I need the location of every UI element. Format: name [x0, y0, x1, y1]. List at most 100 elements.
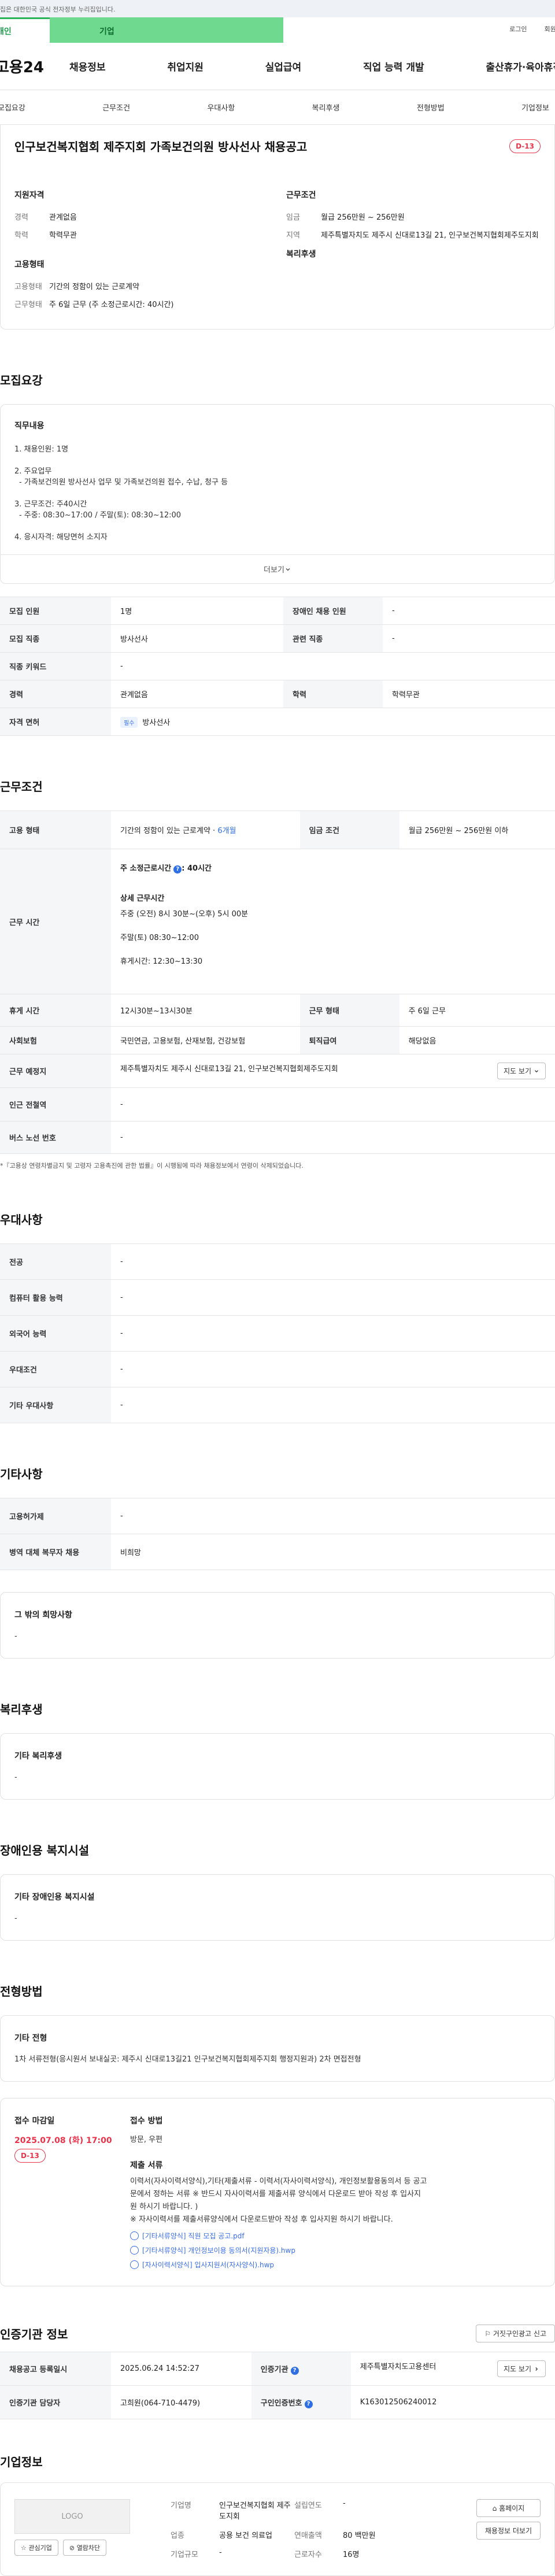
- etc-table: 고용허가제 - 병역 대체 복무자 채용 비희망: [0, 1498, 555, 1570]
- anchor-select[interactable]: 전형방법: [417, 102, 445, 113]
- qual-section: 지원자격 경력 관계없음 학력 학력무관: [14, 189, 269, 248]
- emp-section: 고용형태 고용형태 기간의 정함이 있는 근로계약 근무형태 주 6일 근무 (주 …: [14, 258, 269, 317]
- gov-notice-text: 이 누리집은 대한민국 공식 전자정부 누리집입니다.: [0, 6, 116, 13]
- job-desc-line: [14, 455, 541, 466]
- gnb-item-support[interactable]: 취업지원: [167, 59, 204, 73]
- page: 이 누리집은 대한민국 공식 전자정부 누리집입니다. 개인 기업 로그인 회원…: [0, 0, 555, 2576]
- more-jobs-button[interactable]: 채용정보 더보기: [476, 2522, 541, 2540]
- chevron-down-icon: [535, 1069, 538, 1072]
- tab-business[interactable]: 기업: [50, 17, 283, 43]
- anchor-company[interactable]: 기업정보: [521, 102, 549, 113]
- table-row: 근무 시간 주 소정근로시간?: 40시간 상세 근무시간 주중 (오전) 8시…: [0, 849, 555, 994]
- table-row: 인근 전철역 -: [0, 1087, 555, 1122]
- favorite-button[interactable]: ☆ 관심기업: [14, 2540, 58, 2556]
- table-row: 휴게 시간 12시30분~13시30분 근무 형태 주 6일 근무: [0, 994, 555, 1027]
- qual-title: 지원자격: [14, 191, 45, 200]
- download-icon: [130, 2231, 139, 2240]
- table-row: 모집 인원 1명 장애인 채용 인원 -: [0, 597, 555, 625]
- dday-badge: D-13: [14, 2149, 46, 2163]
- map-button[interactable]: 지도 보기: [497, 1063, 546, 1079]
- gnb-item-benefit[interactable]: 실업급여: [265, 59, 302, 73]
- job-desc-line: [14, 488, 541, 499]
- job-desc-line: 3. 근무조건: 주40시간: [14, 500, 87, 509]
- cond-title: 근무조건: [286, 191, 316, 200]
- signup-link[interactable]: 회원가입: [545, 24, 555, 34]
- method-col: 접수 방법 방문, 우편 제출 서류 이력서(자사이력서양식),기타(제출서류 …: [130, 2115, 541, 2270]
- table-row: 채용공고 등록일시 2025.06.24 14:52:27 인증기관? 제주특별자…: [0, 2352, 555, 2386]
- select-card: 기타 전형 1차 서류전형(응시원서 보내실곳: 제주시 신대로13길21 인구…: [0, 2015, 555, 2082]
- recruit-table: 모집 인원 1명 장애인 채용 인원 - 모집 직종 방사선사 관련 직종 - 직종 키…: [0, 597, 555, 736]
- anchor-recruit[interactable]: 모집요강: [0, 102, 25, 113]
- job-title-row: 인구보건복지협회 제주지회 가족보건의원 방사선사 채용공고 D-13: [14, 138, 541, 154]
- pref-section-title: 우대사항: [0, 1213, 43, 1227]
- table-row: 자격 면허 필수 방사선사: [0, 708, 555, 736]
- job-desc-line: 4. 응시자격: 해당면허 소지자: [14, 533, 108, 542]
- anchor-welfare[interactable]: 복리후생: [312, 102, 340, 113]
- gnb-item-leave[interactable]: 출산휴가·육아휴직: [486, 59, 555, 73]
- recruit-section-title: 모집요강: [0, 373, 43, 387]
- job-desc-card: 직무내용 1. 채용인원: 1명 2. 주요업무 - 가족보건의원 방사선사 업…: [0, 404, 555, 584]
- job-desc-title: 직무내용: [14, 421, 45, 431]
- welfare-section-title: 복리후생: [0, 1702, 43, 1716]
- qual-row: 학력 학력무관: [14, 231, 77, 240]
- help-icon[interactable]: ?: [290, 2366, 299, 2375]
- etc-section-title: 기타사항: [0, 1467, 43, 1481]
- file-link[interactable]: [자사이력서양식] 입사지원서(자사양식).hwp: [130, 2260, 541, 2270]
- company-actions: ☆ 관심기업 ⊘ 열람차단: [14, 2540, 130, 2556]
- apply-card: 접수 마감일 2025.07.08 (화) 17:00 D-13 접수 방법 방…: [0, 2098, 555, 2286]
- dday-badge: D-13: [509, 139, 541, 153]
- chevron-down-icon: [286, 568, 290, 571]
- anchor-pref[interactable]: 우대사항: [207, 102, 235, 113]
- file-link[interactable]: [기타서류양식] 직원 모집 공고.pdf: [130, 2231, 541, 2241]
- flag-icon: ⚐: [484, 2330, 493, 2338]
- help-icon[interactable]: ?: [173, 865, 182, 874]
- download-icon: [130, 2246, 139, 2255]
- gnb-item-jobs[interactable]: 채용정보: [69, 59, 106, 73]
- utility-menu: 로그인 회원가입: [509, 24, 555, 34]
- disab-card: 기타 장애인용 복지시설 -: [0, 1874, 555, 1941]
- company-card: LOGO ☆ 관심기업 ⊘ 열람차단 기업명 인구보건복지협회 제주도지회 설립연…: [0, 2482, 555, 2576]
- work-table: 고용 형태 기간의 정함이 있는 근로계약 · 6개월 임금 조건 월급 256만…: [0, 810, 555, 1154]
- agency-section-title: 인증기관 정보: [0, 2327, 68, 2341]
- login-link[interactable]: 로그인: [509, 24, 527, 34]
- agency-header: 인증기관 정보 ⚐ 거짓구인광고 신고: [0, 2325, 555, 2342]
- file-link[interactable]: [기타서류양식] 개인정보이용 동의서(지원자용).hwp: [130, 2245, 541, 2255]
- block-button[interactable]: ⊘ 열람차단: [62, 2540, 107, 2556]
- star-icon: ☆: [21, 2544, 29, 2552]
- gnb-item-training[interactable]: 직업 능력 개발: [363, 59, 424, 73]
- select-section-title: 전형방법: [0, 1985, 43, 1998]
- summary-grid: 지원자격 경력 관계없음 학력 학력무관 근무조건 임금 월급 256만원 ~ 256…: [14, 189, 541, 317]
- cond-section: 근무조건 임금 월급 256만원 ~ 256만원 지역 제주특별자치도 제주시 신대…: [286, 189, 541, 248]
- welfare-summary-title: 복리후생: [286, 250, 316, 259]
- anchor-work[interactable]: 근무조건: [102, 102, 130, 113]
- welfare-card: 기타 복리후생 -: [0, 1733, 555, 1800]
- company-logo: LOGO: [14, 2499, 130, 2534]
- table-row: 근무 예정지 제주특별자치도 제주시 신대로13길 21, 인구보건복지협회제주…: [0, 1054, 555, 1088]
- table-row: 경력 관계없음 학력 학력무관: [0, 680, 555, 708]
- table-row: 병역 대체 복무자 채용 비희망: [0, 1534, 555, 1570]
- company-links: ⌂ 홈페이지 채용정보 더보기: [476, 2499, 541, 2559]
- cond-row: 지역 제주특별자치도 제주시 신대로13길 21, 인구보건복지협회제주도지회: [286, 231, 539, 240]
- welfare-summary-section: 복리후생: [286, 248, 541, 317]
- site-logo[interactable]: 고용24: [0, 55, 69, 77]
- help-icon[interactable]: ?: [304, 2400, 313, 2408]
- homepage-button[interactable]: ⌂ 홈페이지: [476, 2499, 541, 2517]
- block-icon: ⊘: [69, 2544, 77, 2552]
- emp-row: 근무형태 주 6일 근무 (주 소정근로시간: 40시간): [14, 301, 174, 309]
- agency-map-button[interactable]: 지도 보기: [497, 2360, 546, 2377]
- table-row: 고용 형태 기간의 정함이 있는 근로계약 · 6개월 임금 조건 월급 256만…: [0, 810, 555, 849]
- download-icon: [130, 2260, 139, 2269]
- chevron-right-icon: [535, 2367, 538, 2371]
- company-logo-col: LOGO ☆ 관심기업 ⊘ 열람차단: [14, 2499, 130, 2559]
- more-button[interactable]: 더보기: [1, 554, 554, 583]
- report-button[interactable]: ⚐ 거짓구인광고 신고: [476, 2325, 555, 2342]
- table-row: 직종 키워드 -: [0, 652, 555, 680]
- home-icon: ⌂: [492, 2504, 500, 2512]
- deadline-col: 접수 마감일 2025.07.08 (화) 17:00 D-13: [14, 2115, 130, 2270]
- anchor-tabs: 모집요강 근무조건 우대사항 복리후생 전형방법 기업정보: [0, 90, 555, 125]
- emp-title: 고용형태: [14, 260, 45, 269]
- gnb-menu: 채용정보 취업지원 실업급여 직업 능력 개발 출산휴가·육아휴직: [69, 59, 555, 73]
- tab-individual[interactable]: 개인: [0, 17, 50, 43]
- pref-table: 전공 - 컴퓨터 활용 능력 - 외국어 능력 - 우대조건 - 기타 우대사항 -: [0, 1243, 555, 1423]
- table-row: 모집 직종 방사선사 관련 직종 -: [0, 624, 555, 653]
